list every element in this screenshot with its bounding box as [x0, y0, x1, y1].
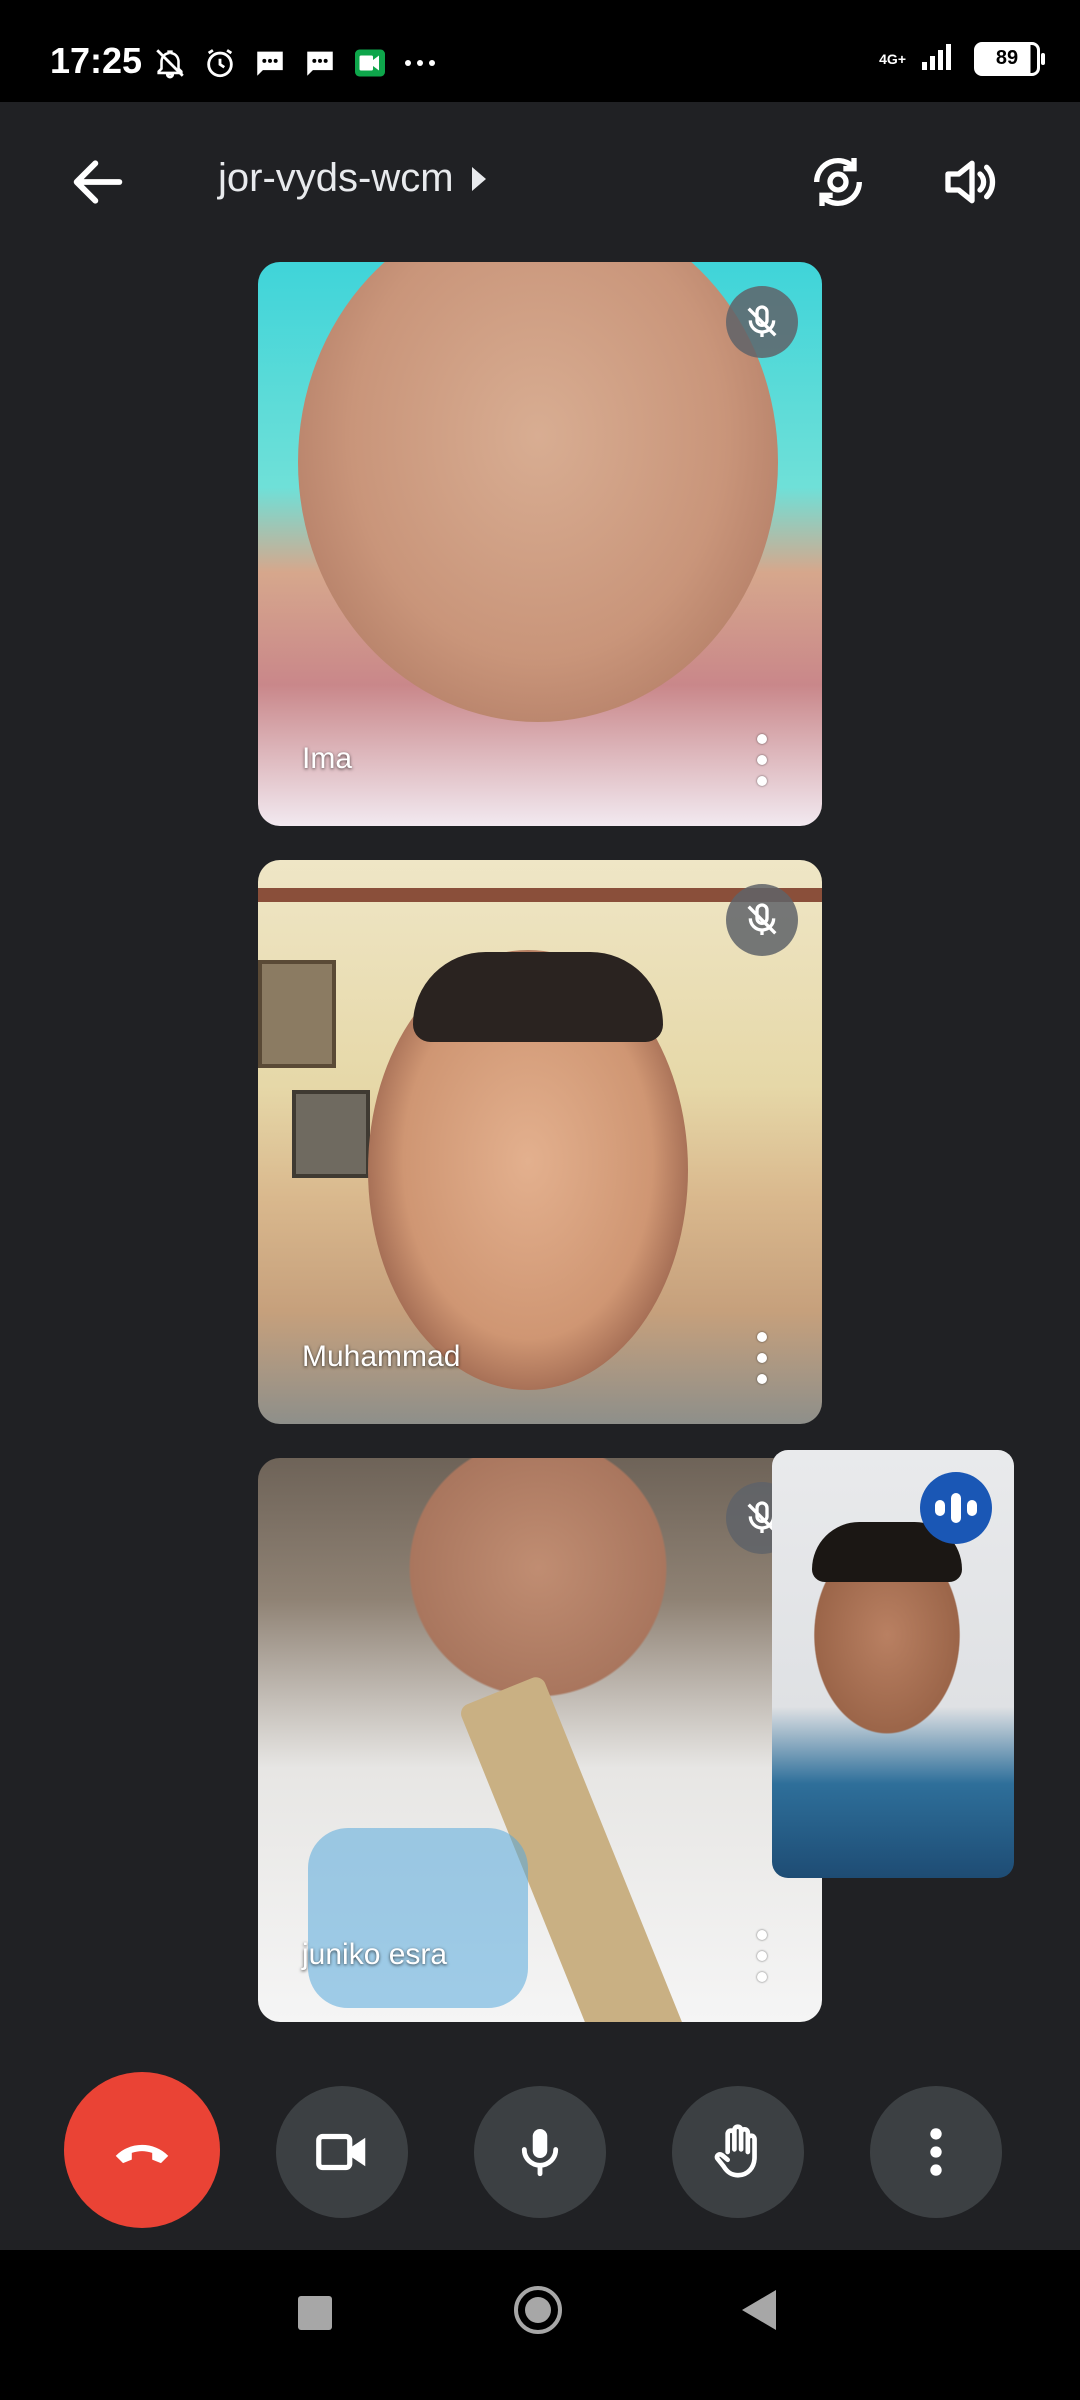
alarm-icon: [200, 43, 240, 83]
video-feed: [298, 262, 778, 722]
tile-more-icon[interactable]: [756, 734, 768, 786]
meeting-code: jor-vyds-wcm: [218, 156, 454, 200]
status-right: 4G+ 89: [879, 40, 1045, 77]
message-icon: [300, 43, 340, 83]
mic-off-icon: [726, 884, 798, 956]
battery-icon: 89: [974, 41, 1045, 76]
participant-name: juniko esra: [302, 1938, 448, 1971]
picture-frame: [292, 1090, 370, 1178]
status-bar: 17:25 4G+ 89: [0, 0, 1080, 102]
more-dots-icon: [400, 43, 440, 83]
caret-right-icon: [471, 166, 486, 191]
video-camera-icon: [316, 2133, 366, 2171]
self-preview[interactable]: [772, 1450, 1014, 1878]
hair: [413, 952, 663, 1042]
speaking-indicator-icon: [920, 1472, 992, 1544]
meeting-title[interactable]: jor-vyds-wcm: [218, 156, 486, 201]
top-app-bar: jor-vyds-wcm: [0, 102, 1080, 252]
call-controls: [0, 2040, 1080, 2228]
signal-icon: [920, 40, 960, 77]
recents-icon[interactable]: [298, 2296, 332, 2330]
shirt-print: [308, 1828, 528, 2008]
speaker-icon[interactable]: [940, 150, 1004, 214]
switch-camera-icon[interactable]: [806, 150, 870, 214]
more-options-button[interactable]: [870, 2086, 1002, 2218]
tile-more-icon[interactable]: [756, 1930, 768, 1982]
system-nav-bar: [0, 2250, 1080, 2400]
muted-bell-icon: [150, 43, 190, 83]
status-icons: [150, 38, 440, 88]
message-icon: [250, 43, 290, 83]
network-label: 4G+: [879, 50, 906, 67]
hand-icon: [714, 2124, 757, 2178]
participant-name: Muhammad: [302, 1340, 461, 1373]
raise-hand-button[interactable]: [672, 2086, 804, 2218]
back-arrow-icon[interactable]: [66, 150, 130, 214]
mic-off-icon: [726, 286, 798, 358]
participant-tile[interactable]: Ima: [258, 262, 822, 826]
participant-name: Ima: [302, 742, 353, 775]
more-vert-icon: [930, 2128, 942, 2176]
microphone-icon: [521, 2129, 559, 2177]
battery-level: 89: [995, 47, 1019, 69]
back-triangle-icon[interactable]: [742, 2290, 776, 2330]
home-icon[interactable]: [514, 2286, 562, 2334]
end-call-button[interactable]: [64, 2072, 220, 2228]
camera-button[interactable]: [276, 2086, 408, 2218]
microphone-button[interactable]: [474, 2086, 606, 2218]
tile-more-icon[interactable]: [756, 1332, 768, 1384]
participant-tile[interactable]: Muhammad: [258, 860, 822, 1424]
phone-hangup-icon: [115, 2144, 169, 2164]
participant-tile[interactable]: juniko esra: [258, 1458, 822, 2022]
meet-icon: [350, 43, 390, 83]
status-time: 17:25: [50, 40, 143, 81]
picture-frame: [258, 960, 336, 1068]
